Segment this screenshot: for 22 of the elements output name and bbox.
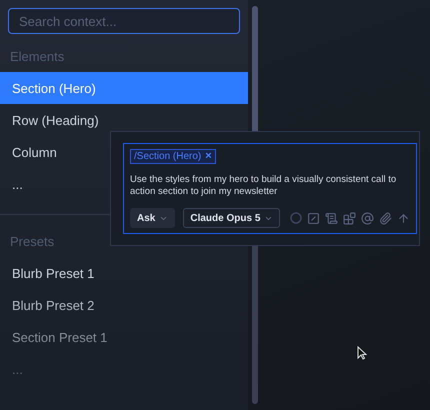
mouse-pointer-icon — [357, 346, 367, 360]
mode-dropdown[interactable]: Ask — [130, 208, 176, 228]
slash-command-icon[interactable] — [307, 212, 320, 224]
section-heading: Presets — [9, 232, 56, 250]
send-arrow-icon[interactable] — [397, 212, 410, 224]
remove-chip-button[interactable]: × — [205, 151, 212, 162]
context-chip[interactable]: /Section (Hero) × — [130, 149, 216, 164]
list-item[interactable]: Section Preset 1 — [0, 321, 248, 353]
section-heading: Elements — [9, 48, 66, 66]
blocks-icon[interactable] — [343, 212, 356, 224]
prompt-box[interactable]: /Section (Hero) × Use the styles from my hero to build a visually consistent call to action section to join my newsletter Ask Claude Opus 5 — [123, 143, 417, 234]
paperclip-icon[interactable] — [379, 212, 392, 224]
at-sign-icon[interactable] — [361, 212, 374, 224]
scroll-icon[interactable] — [325, 212, 338, 224]
search-field[interactable]: Search context... — [8, 8, 240, 34]
model-dropdown[interactable]: Claude Opus 5 — [183, 208, 280, 228]
list-item[interactable]: Section (Hero) — [0, 72, 248, 104]
list-item[interactable]: Blurb Preset 1 — [0, 257, 248, 289]
chip-label: /Section (Hero) — [134, 151, 202, 162]
list-item[interactable]: Blurb Preset 2 — [0, 289, 248, 321]
prompt-text: Use the styles from my hero to build a visually consistent call to action section to join my newsletter — [130, 174, 398, 198]
spinner-icon — [290, 212, 302, 224]
